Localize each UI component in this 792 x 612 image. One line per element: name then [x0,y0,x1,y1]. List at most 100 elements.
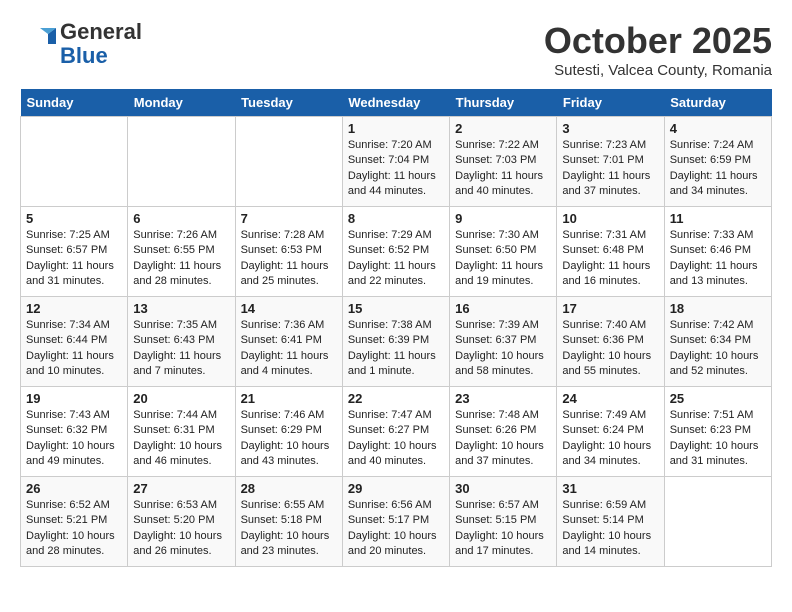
day-info: Sunrise: 6:59 AM Sunset: 5:14 PM Dayligh… [562,498,658,560]
calendar-cell: 3 Sunrise: 7:23 AM Sunset: 7:01 PM Daylig… [557,117,664,207]
day-info: Sunrise: 7:38 AM Sunset: 6:39 PM Dayligh… [348,318,444,380]
day-info: Sunrise: 7:51 AM Sunset: 6:23 PM Dayligh… [670,408,766,470]
calendar-cell: 15Sunrise: 7:38 AM Sunset: 6:39 PM Dayli… [342,297,449,387]
calendar-cell: 30 Sunrise: 6:57 AM Sunset: 5:15 PM Dayli… [450,477,557,567]
day-info: Sunrise: 7:24 AM Sunset: 6:59 PM Dayligh… [670,138,766,200]
day-number: 28 [241,481,337,496]
calendar-cell: 29Sunrise: 6:56 AM Sunset: 5:17 PM Dayli… [342,477,449,567]
day-number: 20 [133,391,229,406]
header-sunday: Sunday [21,89,128,117]
calendar-cell: 27Sunrise: 6:53 AM Sunset: 5:20 PM Dayli… [128,477,235,567]
day-info: Sunrise: 7:30 AM Sunset: 6:50 PM Dayligh… [455,228,551,290]
day-number: 18 [670,301,766,316]
day-number: 17 [562,301,658,316]
day-number: 13 [133,301,229,316]
logo-icon [20,26,56,62]
day-info: Sunrise: 7:22 AM Sunset: 7:03 PM Dayligh… [455,138,551,200]
calendar-cell: 9 Sunrise: 7:30 AM Sunset: 6:50 PM Daylig… [450,207,557,297]
week-row-1: 5Sunrise: 7:25 AM Sunset: 6:57 PM Daylig… [21,207,772,297]
calendar-cell: 4 Sunrise: 7:24 AM Sunset: 6:59 PM Daylig… [664,117,771,207]
day-number: 12 [26,301,122,316]
day-info: Sunrise: 6:55 AM Sunset: 5:18 PM Dayligh… [241,498,337,560]
day-number: 14 [241,301,337,316]
calendar-cell: 13 Sunrise: 7:35 AM Sunset: 6:43 PM Dayli… [128,297,235,387]
week-row-4: 26 Sunrise: 6:52 AM Sunset: 5:21 PM Dayli… [21,477,772,567]
day-number: 2 [455,121,551,136]
day-number: 30 [455,481,551,496]
day-number: 7 [241,211,337,226]
day-number: 16 [455,301,551,316]
day-number: 24 [562,391,658,406]
day-number: 6 [133,211,229,226]
day-info: Sunrise: 7:43 AM Sunset: 6:32 PM Dayligh… [26,408,122,470]
calendar-cell: 12 Sunrise: 7:34 AM Sunset: 6:44 PM Dayli… [21,297,128,387]
day-number: 25 [670,391,766,406]
calendar-table: SundayMondayTuesdayWednesdayThursdayFrid… [20,89,772,567]
day-number: 11 [670,211,766,226]
calendar-cell: 1 Sunrise: 7:20 AM Sunset: 7:04 PM Daylig… [342,117,449,207]
calendar-cell [235,117,342,207]
day-info: Sunrise: 6:57 AM Sunset: 5:15 PM Dayligh… [455,498,551,560]
calendar-cell: 28 Sunrise: 6:55 AM Sunset: 5:18 PM Dayli… [235,477,342,567]
header-thursday: Thursday [450,89,557,117]
logo: General Blue [20,20,142,68]
title-block: October 2025 Sutesti, Valcea County, Rom… [544,20,772,79]
day-info: Sunrise: 6:53 AM Sunset: 5:20 PM Dayligh… [133,498,229,560]
day-number: 9 [455,211,551,226]
day-info: Sunrise: 7:20 AM Sunset: 7:04 PM Dayligh… [348,138,444,200]
day-number: 19 [26,391,122,406]
logo-general-text: General [60,19,142,44]
calendar-cell: 6 Sunrise: 7:26 AM Sunset: 6:55 PM Daylig… [128,207,235,297]
day-info: Sunrise: 7:33 AM Sunset: 6:46 PM Dayligh… [670,228,766,290]
day-number: 3 [562,121,658,136]
day-info: Sunrise: 7:46 AM Sunset: 6:29 PM Dayligh… [241,408,337,470]
calendar-cell [664,477,771,567]
day-info: Sunrise: 7:36 AM Sunset: 6:41 PM Dayligh… [241,318,337,380]
day-number: 1 [348,121,444,136]
day-info: Sunrise: 7:29 AM Sunset: 6:52 PM Dayligh… [348,228,444,290]
day-info: Sunrise: 7:44 AM Sunset: 6:31 PM Dayligh… [133,408,229,470]
calendar-cell: 17 Sunrise: 7:40 AM Sunset: 6:36 PM Dayli… [557,297,664,387]
day-number: 21 [241,391,337,406]
day-info: Sunrise: 7:42 AM Sunset: 6:34 PM Dayligh… [670,318,766,380]
calendar-cell: 22Sunrise: 7:47 AM Sunset: 6:27 PM Dayli… [342,387,449,477]
day-info: Sunrise: 7:48 AM Sunset: 6:26 PM Dayligh… [455,408,551,470]
day-info: Sunrise: 6:52 AM Sunset: 5:21 PM Dayligh… [26,498,122,560]
header-tuesday: Tuesday [235,89,342,117]
calendar-cell: 16 Sunrise: 7:39 AM Sunset: 6:37 PM Dayli… [450,297,557,387]
calendar-cell: 18 Sunrise: 7:42 AM Sunset: 6:34 PM Dayli… [664,297,771,387]
header-row: SundayMondayTuesdayWednesdayThursdayFrid… [21,89,772,117]
page-header: General Blue October 2025 Sutesti, Valce… [20,20,772,79]
calendar-cell: 25 Sunrise: 7:51 AM Sunset: 6:23 PM Dayli… [664,387,771,477]
day-info: Sunrise: 7:34 AM Sunset: 6:44 PM Dayligh… [26,318,122,380]
calendar-cell: 2 Sunrise: 7:22 AM Sunset: 7:03 PM Daylig… [450,117,557,207]
location-subtitle: Sutesti, Valcea County, Romania [544,62,772,79]
calendar-cell: 31Sunrise: 6:59 AM Sunset: 5:14 PM Dayli… [557,477,664,567]
header-saturday: Saturday [664,89,771,117]
month-title: October 2025 [544,20,772,62]
calendar-cell: 21 Sunrise: 7:46 AM Sunset: 6:29 PM Dayli… [235,387,342,477]
day-info: Sunrise: 7:49 AM Sunset: 6:24 PM Dayligh… [562,408,658,470]
day-info: Sunrise: 7:40 AM Sunset: 6:36 PM Dayligh… [562,318,658,380]
calendar-cell: 7 Sunrise: 7:28 AM Sunset: 6:53 PM Daylig… [235,207,342,297]
day-number: 26 [26,481,122,496]
calendar-cell: 24 Sunrise: 7:49 AM Sunset: 6:24 PM Dayli… [557,387,664,477]
header-friday: Friday [557,89,664,117]
day-number: 23 [455,391,551,406]
day-number: 4 [670,121,766,136]
calendar-cell: 26 Sunrise: 6:52 AM Sunset: 5:21 PM Dayli… [21,477,128,567]
day-number: 10 [562,211,658,226]
day-number: 22 [348,391,444,406]
day-info: Sunrise: 7:31 AM Sunset: 6:48 PM Dayligh… [562,228,658,290]
calendar-cell: 8 Sunrise: 7:29 AM Sunset: 6:52 PM Daylig… [342,207,449,297]
day-info: Sunrise: 7:26 AM Sunset: 6:55 PM Dayligh… [133,228,229,290]
day-info: Sunrise: 7:23 AM Sunset: 7:01 PM Dayligh… [562,138,658,200]
day-info: Sunrise: 7:25 AM Sunset: 6:57 PM Dayligh… [26,228,122,290]
logo-blue-text: Blue [60,43,108,68]
calendar-cell: 11 Sunrise: 7:33 AM Sunset: 6:46 PM Dayli… [664,207,771,297]
day-info: Sunrise: 7:39 AM Sunset: 6:37 PM Dayligh… [455,318,551,380]
day-info: Sunrise: 7:35 AM Sunset: 6:43 PM Dayligh… [133,318,229,380]
day-info: Sunrise: 7:28 AM Sunset: 6:53 PM Dayligh… [241,228,337,290]
calendar-cell: 14 Sunrise: 7:36 AM Sunset: 6:41 PM Dayli… [235,297,342,387]
day-number: 8 [348,211,444,226]
